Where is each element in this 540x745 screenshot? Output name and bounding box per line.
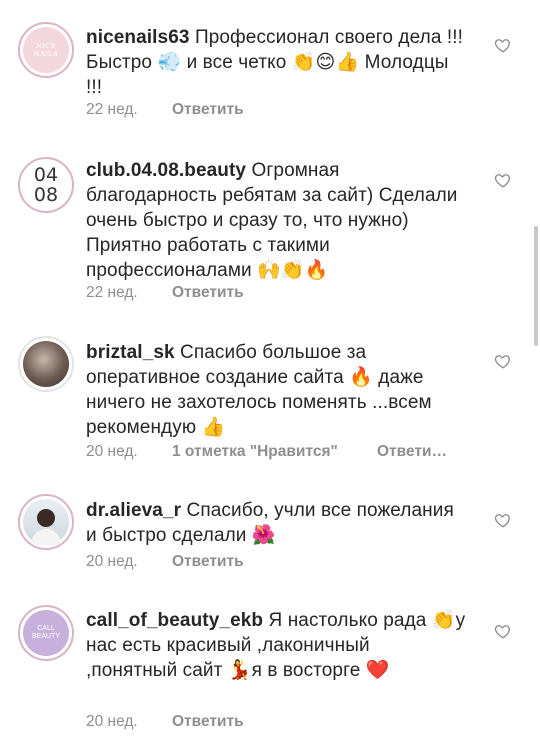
comment-username[interactable]: dr.alieva_r: [86, 500, 181, 521]
comment-body: nicenails63 Профессионал своего дела !!!…: [86, 25, 466, 100]
reply-button[interactable]: Ответить: [172, 553, 244, 571]
comment-body: dr.alieva_r Спасибо, учли все пожелания …: [86, 498, 466, 548]
reply-button[interactable]: Ответить: [172, 101, 244, 119]
comment-body: club.04.08.beauty Огромная благодарность…: [86, 158, 466, 283]
avatar[interactable]: 04 08: [18, 157, 74, 213]
reply-button[interactable]: Ответить: [172, 713, 244, 731]
heart-outline-icon[interactable]: [494, 36, 512, 54]
comment-meta: 22 нед. Ответить: [86, 284, 244, 302]
avatar[interactable]: [18, 494, 74, 550]
comment-meta: 20 нед. Ответить: [86, 713, 244, 731]
avatar[interactable]: CALL BEAUTY: [18, 605, 74, 661]
comment-meta: 20 нед. 1 отметка "Нравится" Ответи…: [86, 443, 447, 461]
heart-outline-icon[interactable]: [494, 171, 512, 189]
likes-count[interactable]: 1 отметка "Нравится": [172, 443, 377, 461]
avatar-logo-bottom: 08: [33, 184, 59, 206]
heart-outline-icon[interactable]: [494, 622, 512, 640]
heart-outline-icon[interactable]: [494, 511, 512, 529]
reply-button[interactable]: Ответить: [172, 284, 244, 302]
scrollbar[interactable]: [534, 226, 538, 346]
reply-button[interactable]: Ответи…: [377, 443, 447, 461]
avatar[interactable]: [18, 336, 74, 392]
avatar-logo-top: 04: [33, 164, 59, 186]
comment-body: call_of_beauty_ekb Я настолько рада 👏у н…: [86, 608, 466, 683]
avatar-logo-text: NICE NAILS: [33, 42, 59, 58]
comment-meta: 20 нед. Ответить: [86, 553, 244, 571]
comment-time: 20 нед.: [86, 443, 138, 460]
comment-time: 20 нед.: [86, 713, 138, 730]
comment-meta: 22 нед. Ответить: [86, 101, 244, 119]
comment-time: 22 нед.: [86, 101, 138, 118]
comment-body: briztal_sk Спасибо большое за оперативно…: [86, 340, 466, 440]
heart-outline-icon[interactable]: [494, 352, 512, 370]
comment-time: 20 нед.: [86, 553, 138, 570]
comment-time: 22 нед.: [86, 284, 138, 301]
comment-username[interactable]: nicenails63: [86, 27, 190, 48]
comment-username[interactable]: club.04.08.beauty: [86, 160, 246, 181]
comment-username[interactable]: call_of_beauty_ekb: [86, 610, 263, 631]
avatar[interactable]: NICE NAILS: [18, 22, 74, 78]
avatar-logo-text: CALL BEAUTY: [31, 625, 60, 640]
comment-username[interactable]: briztal_sk: [86, 342, 175, 363]
